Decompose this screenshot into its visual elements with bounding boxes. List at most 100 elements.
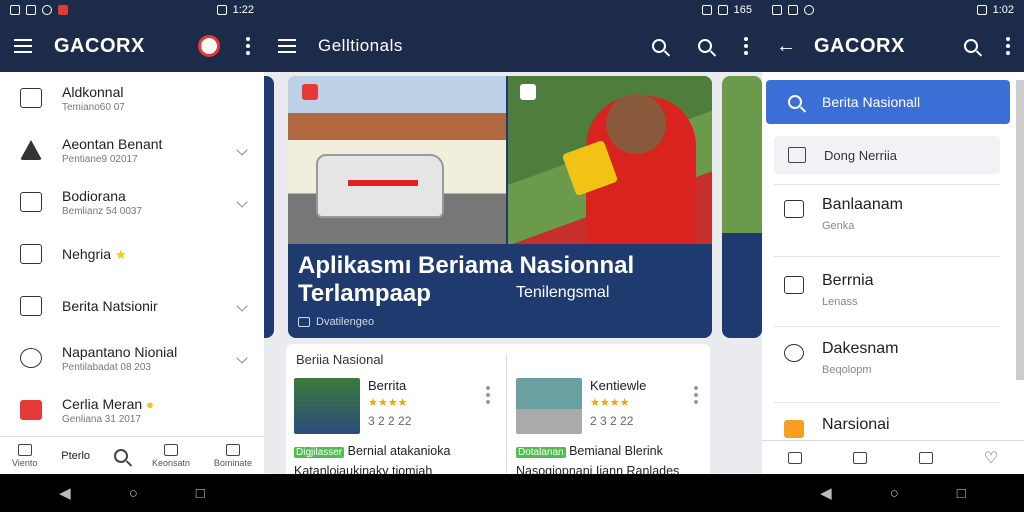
app-bar: GACORX [0,20,264,72]
bottom-tab-bar: Viento Pterlo Keonsatn Bominate [0,436,264,474]
news-tag: Digjilasser [294,447,345,458]
home-icon [20,88,42,108]
divider [506,354,507,490]
tab-profile[interactable]: Pterlo [61,450,90,462]
menu-icon[interactable] [278,39,296,53]
wifi-icon [701,5,712,15]
home-icon[interactable]: ○ [129,485,138,502]
heart-icon[interactable]: ♡ [984,448,998,468]
scrollbar[interactable] [1016,80,1024,380]
source-icon [298,317,310,327]
image-icon [26,5,36,15]
flag-icon [20,400,42,420]
tab-label: Keonsatn [151,457,190,468]
tab-home[interactable]: Viento [11,443,38,468]
back-icon[interactable]: ◀ [59,484,71,502]
list-item-sub: Beqolopm [822,364,872,376]
menu-icon[interactable] [14,39,32,53]
hero-card[interactable]: Aplikasmı Beriama Nasionnal Terlampaap Te… [288,76,712,338]
search-input[interactable]: Berita Nasionall [766,80,1010,124]
home-icon[interactable]: ○ [890,485,899,502]
search-icon[interactable] [652,39,666,53]
overflow-menu-icon[interactable] [744,37,748,55]
tab-more[interactable]: Bominate [214,443,252,468]
search-icon [788,95,802,109]
news-title: Berrita [368,378,407,393]
tab-tags[interactable]: Keonsatn [151,443,190,468]
news-number: 3 2 2 22 [368,414,412,428]
carousel-peek-left[interactable] [264,76,274,338]
mail-icon [784,200,804,218]
image-icon[interactable] [853,451,868,464]
drawer-item-sub: Pentilabadat 08 203 [62,361,151,373]
chevron-down-icon[interactable] [236,196,248,208]
list-item[interactable]: Narsionai [774,416,1000,438]
car-image [316,154,444,218]
drawer-item[interactable]: Bodiorana Bemlianz 54 0037 [0,176,264,228]
overflow-menu-icon[interactable] [246,37,250,55]
list-item[interactable]: Dakesnam Beqolopm [774,340,1000,376]
divider [774,326,1000,327]
no-image-icon [20,296,42,316]
avatar[interactable] [198,35,220,57]
back-arrow-icon[interactable]: ← [776,35,796,58]
signal-icon [717,5,728,15]
drawer-item[interactable]: Berita Natsionir [0,280,264,332]
more-icon[interactable] [486,386,490,404]
list-item-sub: Lenass [822,296,858,308]
emoji-icon [20,348,42,368]
drawer-item-sub: Pentiane9 02017 [62,153,138,165]
star-icon: ★ [114,246,127,262]
recent-apps-icon[interactable]: □ [957,485,966,502]
drawer-item-title: Nehgria [62,245,112,262]
chevron-down-icon[interactable] [236,352,248,364]
people-icon[interactable] [918,451,933,464]
badge-icon [302,84,318,100]
list-item[interactable]: Berrnia Lenass [774,272,1000,308]
tab-search[interactable] [113,448,128,463]
badge-dot-icon: ● [146,396,154,412]
bottom-tab-bar: ♡ [762,440,1024,474]
app-icon [42,5,52,15]
home-icon[interactable] [787,451,802,464]
list-item[interactable]: Banlaanam Genka [774,196,1000,232]
more-icon[interactable] [694,386,698,404]
tab-label: Viento [11,457,38,468]
chevron-down-icon[interactable] [236,144,248,156]
hero-meta: Dvatilengeo [316,316,375,328]
rating-stars: ★★★★ [590,397,630,409]
recent-apps-icon[interactable]: □ [196,485,205,502]
drawer-item[interactable]: Cerlia Meran ● Genliana 31 2017 [0,384,264,436]
notification-icon [10,5,20,15]
app-bar: ← GACORX [762,20,1024,72]
app-icon [804,5,814,15]
bottle-icon [20,192,42,212]
chevron-down-icon[interactable] [236,300,248,312]
search-icon[interactable] [698,39,712,53]
wifi-icon [216,5,227,15]
overflow-menu-icon[interactable] [1006,37,1010,55]
hero-subtitle: Tenilengsmal [516,284,610,301]
card-heading: Beriia Nasional [296,352,384,367]
drawer-item[interactable]: Nehgria ★ [0,228,264,280]
list-item[interactable]: Dong Nerriia [774,136,1000,174]
back-icon[interactable]: ◀ [820,484,832,502]
list-item-title: Dakesnam [822,340,899,357]
tab-label: Pterlo [61,449,91,462]
app-bar: Gelltionals [264,20,762,72]
hero-image [508,76,712,244]
screen-middle: 165 Gelltionals Aplikasmı Beriama Nasion… [264,0,762,512]
status-time: 1:22 [232,4,254,16]
drawer-item[interactable]: Aeontan Benant Pentiane9 02017 [0,124,264,176]
carousel-peek-right[interactable] [722,76,762,338]
news-thumbnail [516,378,582,434]
hero-image [288,76,506,244]
drawer-item-sub: Genliana 31 2017 [62,413,141,425]
drawer-item-title: Berita Natsionir [62,298,158,314]
status-bar: 1:02 [762,0,1024,20]
drawer-item[interactable]: Aldkonnal Temiano60 07 [0,72,264,124]
search-icon[interactable] [964,39,978,53]
badge-icon [520,84,536,100]
building-icon [17,443,32,456]
drawer-item[interactable]: Napantano Nionial Pentilabadat 08 203 [0,332,264,384]
